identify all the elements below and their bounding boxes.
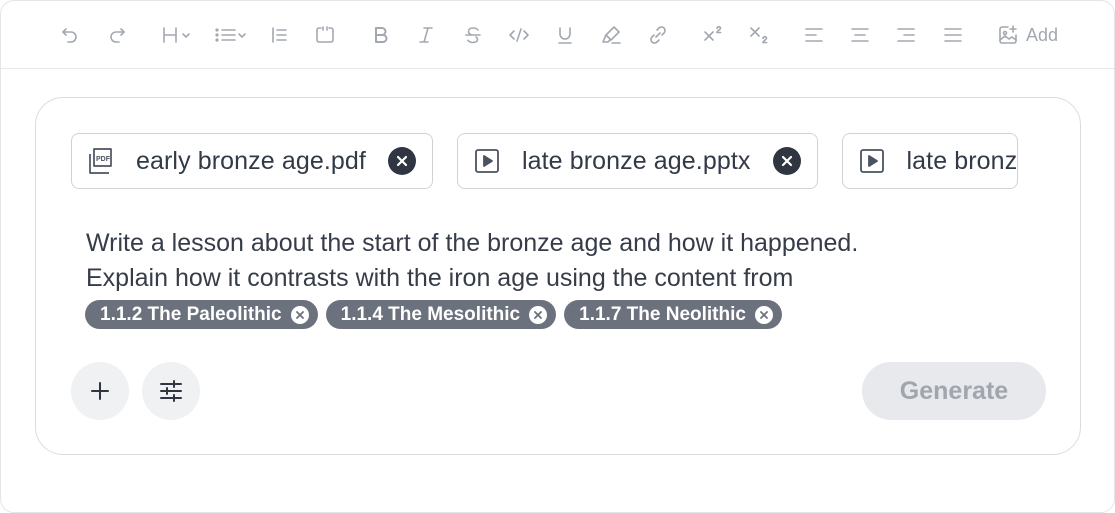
- attachment-name: early bronze age.pdf: [136, 146, 366, 175]
- subscript-button[interactable]: [747, 21, 773, 49]
- close-icon: [534, 310, 543, 319]
- align-right-button[interactable]: [894, 21, 918, 49]
- close-icon: [760, 310, 768, 319]
- heading-dropdown[interactable]: [159, 21, 195, 49]
- bold-button[interactable]: [369, 21, 393, 49]
- close-icon: [781, 155, 792, 167]
- attachment-list: PDF early bronze age.pdf late bronze age…: [71, 133, 1080, 191]
- reference-chip[interactable]: 1.1.2 The Paleolithic: [85, 300, 318, 329]
- underline-button[interactable]: [553, 21, 577, 49]
- prompt-composer: PDF early bronze age.pdf late bronze age…: [35, 97, 1081, 455]
- bullet-list-icon: [215, 28, 246, 42]
- heading-icon: [163, 27, 190, 43]
- subscript-icon: [750, 27, 768, 44]
- attachment-chip[interactable]: PDF early bronze age.pdf: [71, 133, 433, 189]
- remove-reference-button[interactable]: [529, 305, 548, 324]
- settings-button[interactable]: [142, 362, 200, 420]
- align-justify-icon: [944, 28, 962, 42]
- plus-icon: [91, 382, 109, 400]
- blockquote-button[interactable]: [267, 21, 291, 49]
- remove-reference-button[interactable]: [754, 305, 773, 324]
- code-icon: [509, 28, 529, 42]
- sliders-icon: [160, 380, 182, 402]
- prompt-line: Explain how it contrasts with the iron a…: [86, 264, 794, 292]
- generate-button[interactable]: Generate: [862, 362, 1046, 420]
- redo-button[interactable]: [104, 21, 130, 49]
- remove-attachment-button[interactable]: [772, 147, 801, 175]
- align-justify-button[interactable]: [941, 21, 965, 49]
- code-block-icon: [316, 26, 334, 43]
- remove-attachment-button[interactable]: [387, 147, 416, 175]
- formatting-toolbar: Add: [1, 1, 1114, 69]
- attachment-chip[interactable]: late bronze age.pptx: [456, 133, 818, 189]
- close-icon: [295, 310, 304, 319]
- reference-label: 1.1.7 The Neolithic: [579, 303, 746, 325]
- prompt-text[interactable]: Write a lesson about the start of the br…: [86, 226, 1046, 296]
- presentation-file-icon: [857, 146, 887, 176]
- link-button[interactable]: [645, 21, 671, 49]
- reference-list: 1.1.2 The Paleolithic 1.1.4 The Mesolith…: [85, 300, 782, 329]
- reference-label: 1.1.4 The Mesolithic: [340, 303, 521, 325]
- align-left-button[interactable]: [802, 21, 826, 49]
- strikethrough-button[interactable]: [461, 21, 485, 49]
- code-block-button[interactable]: [313, 21, 337, 49]
- align-center-icon: [851, 28, 869, 42]
- reference-label: 1.1.2 The Paleolithic: [100, 303, 282, 325]
- code-button[interactable]: [506, 21, 532, 49]
- pdf-file-icon: PDF: [86, 146, 116, 176]
- attachment-name: late bronze age.pptx: [521, 146, 751, 175]
- strikethrough-icon: [465, 27, 481, 44]
- editor-frame: Add PDF early bronze age.pdf late bronze…: [0, 0, 1115, 513]
- close-icon: [396, 155, 408, 167]
- link-icon: [650, 26, 666, 44]
- undo-button[interactable]: [57, 21, 83, 49]
- add-image-button[interactable]: Add: [997, 21, 1067, 49]
- italic-icon: [419, 27, 433, 43]
- presentation-file-icon: [472, 146, 502, 176]
- bold-icon: [375, 27, 388, 43]
- align-center-button[interactable]: [848, 21, 872, 49]
- italic-button[interactable]: [414, 21, 438, 49]
- attachment-chip[interactable]: late bronz: [841, 133, 1019, 189]
- attachment-name: late bronz: [906, 146, 1018, 175]
- blockquote-icon: [272, 27, 287, 43]
- align-left-icon: [805, 28, 823, 42]
- reference-chip[interactable]: 1.1.4 The Mesolithic: [325, 300, 557, 329]
- add-image-icon: [999, 25, 1017, 44]
- reference-chip[interactable]: 1.1.7 The Neolithic: [564, 300, 782, 329]
- svg-text:PDF: PDF: [96, 156, 111, 163]
- highlighter-icon: [602, 26, 621, 44]
- add-label: Add: [1026, 24, 1059, 45]
- undo-icon: [62, 28, 77, 43]
- highlight-button[interactable]: [598, 21, 624, 49]
- list-dropdown[interactable]: [214, 21, 250, 49]
- superscript-button[interactable]: [701, 21, 727, 49]
- prompt-line: Write a lesson about the start of the br…: [86, 229, 859, 257]
- add-attachment-button[interactable]: [71, 362, 129, 420]
- redo-icon: [110, 28, 125, 43]
- remove-reference-button[interactable]: [290, 305, 309, 324]
- superscript-icon: [704, 25, 722, 41]
- align-right-icon: [897, 28, 915, 42]
- underline-icon: [558, 27, 572, 44]
